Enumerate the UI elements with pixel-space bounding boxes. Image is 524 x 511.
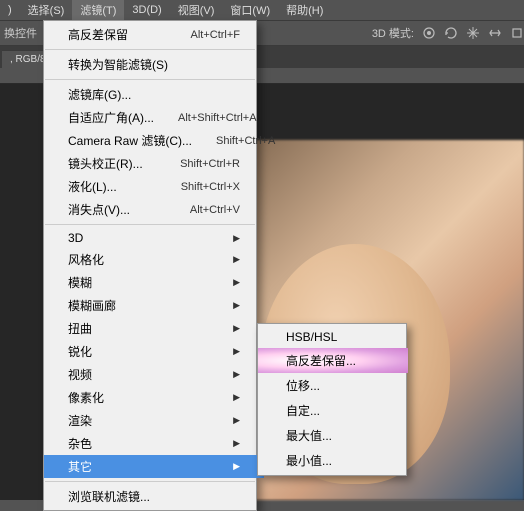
menu-blur[interactable]: 模糊 ▶: [44, 271, 264, 294]
submenu-arrow-icon: ▶: [233, 346, 240, 357]
menu-label: 转换为智能滤镜(S): [68, 56, 168, 73]
menu-stylize[interactable]: 风格化 ▶: [44, 248, 264, 271]
menu-label: 自适应广角(A)...: [68, 109, 154, 126]
menubar-item-view[interactable]: 视图(V): [170, 0, 223, 20]
menubar-item-filter[interactable]: 滤镜(T): [72, 0, 124, 20]
pan-icon[interactable]: [466, 26, 480, 40]
menu-bar: ) 选择(S) 滤镜(T) 3D(D) 视图(V) 窗口(W) 帮助(H): [0, 0, 524, 20]
menubar-item-3d[interactable]: 3D(D): [124, 2, 169, 18]
menu-separator: [45, 481, 255, 482]
menu-vanishing-point[interactable]: 消失点(V)... Alt+Ctrl+V: [44, 198, 264, 221]
submenu-arrow-icon: ▶: [233, 233, 240, 244]
menu-separator: [45, 79, 255, 80]
menubar-item-partial[interactable]: ): [0, 2, 20, 18]
submenu-arrow-icon: ▶: [233, 254, 240, 265]
menu-convert-smart[interactable]: 转换为智能滤镜(S): [44, 53, 264, 76]
scale-icon[interactable]: [510, 26, 524, 40]
other-submenu: HSB/HSL 高反差保留... 位移... 自定... 最大值... 最小值.…: [257, 323, 407, 476]
menu-label: 模糊: [68, 274, 92, 291]
menu-label: 消失点(V)...: [68, 201, 130, 218]
menu-distort[interactable]: 扭曲 ▶: [44, 317, 264, 340]
menubar-item-select[interactable]: 选择(S): [20, 0, 73, 20]
menubar-item-window[interactable]: 窗口(W): [222, 0, 278, 20]
menu-label: 最小值...: [286, 452, 332, 469]
menu-label: 高反差保留: [68, 26, 128, 43]
menu-blur-gallery[interactable]: 模糊画廊 ▶: [44, 294, 264, 317]
menu-shortcut: Shift+Ctrl+X: [181, 181, 240, 193]
menu-render[interactable]: 渲染 ▶: [44, 409, 264, 432]
menu-label: 模糊画廊: [68, 297, 116, 314]
menu-separator: [45, 49, 255, 50]
submenu-hsb-hsl[interactable]: HSB/HSL: [258, 326, 408, 348]
menu-label: 浏览联机滤镜...: [68, 488, 150, 505]
menu-shortcut: Shift+Ctrl+A: [216, 135, 275, 147]
filter-dropdown: 高反差保留 Alt+Ctrl+F 转换为智能滤镜(S) 滤镜库(G)... 自适…: [43, 20, 257, 511]
rotate-icon[interactable]: [444, 26, 458, 40]
toolbar-mode-label: 3D 模式:: [372, 25, 414, 41]
orbit-icon[interactable]: [422, 26, 436, 40]
submenu-maximum[interactable]: 最大值...: [258, 423, 408, 448]
submenu-arrow-icon: ▶: [233, 438, 240, 449]
menu-label: 锐化: [68, 343, 92, 360]
submenu-arrow-icon: ▶: [233, 415, 240, 426]
menu-label: 风格化: [68, 251, 104, 268]
menu-shortcut: Alt+Shift+Ctrl+A: [178, 112, 257, 124]
slide-icon[interactable]: [488, 26, 502, 40]
menu-shortcut: Alt+Ctrl+V: [190, 204, 240, 216]
menu-label: 其它: [68, 458, 92, 475]
menu-label: 杂色: [68, 435, 92, 452]
submenu-arrow-icon: ▶: [233, 392, 240, 403]
menu-video[interactable]: 视频 ▶: [44, 363, 264, 386]
menu-label: 视频: [68, 366, 92, 383]
menubar-item-help[interactable]: 帮助(H): [278, 0, 331, 20]
menu-label: 渲染: [68, 412, 92, 429]
menu-adaptive-wide-angle[interactable]: 自适应广角(A)... Alt+Shift+Ctrl+A: [44, 106, 264, 129]
submenu-high-pass[interactable]: 高反差保留...: [258, 348, 408, 373]
submenu-arrow-icon: ▶: [233, 277, 240, 288]
menu-label: Camera Raw 滤镜(C)...: [68, 132, 192, 149]
menu-lens-correction[interactable]: 镜头校正(R)... Shift+Ctrl+R: [44, 152, 264, 175]
menu-browse-online[interactable]: 浏览联机滤镜...: [44, 485, 264, 508]
menu-separator: [45, 224, 255, 225]
menu-label: 扭曲: [68, 320, 92, 337]
menu-label: 滤镜库(G)...: [68, 86, 131, 103]
menu-label: 高反差保留...: [286, 352, 356, 369]
menu-shortcut: Alt+Ctrl+F: [190, 29, 240, 41]
toolbar-left-label: 换控件: [4, 25, 37, 41]
menu-label: 3D: [68, 231, 83, 245]
submenu-arrow-icon: ▶: [233, 300, 240, 311]
menu-sharpen[interactable]: 锐化 ▶: [44, 340, 264, 363]
submenu-arrow-icon: ▶: [233, 461, 240, 472]
menu-other[interactable]: 其它 ▶: [44, 455, 264, 478]
menu-label: HSB/HSL: [286, 330, 337, 344]
menu-camera-raw[interactable]: Camera Raw 滤镜(C)...Shift+Ctrl+A: [44, 129, 264, 152]
menu-pixelate[interactable]: 像素化 ▶: [44, 386, 264, 409]
menu-3d[interactable]: 3D ▶: [44, 228, 264, 248]
submenu-arrow-icon: ▶: [233, 323, 240, 334]
menu-recent-filter[interactable]: 高反差保留 Alt+Ctrl+F: [44, 23, 264, 46]
menu-shortcut: Shift+Ctrl+R: [180, 158, 240, 170]
submenu-custom[interactable]: 自定...: [258, 398, 408, 423]
menu-label: 液化(L)...: [68, 178, 117, 195]
menu-filter-gallery[interactable]: 滤镜库(G)...: [44, 83, 264, 106]
submenu-minimum[interactable]: 最小值...: [258, 448, 408, 473]
menu-noise[interactable]: 杂色 ▶: [44, 432, 264, 455]
menu-label: 位移...: [286, 377, 320, 394]
submenu-arrow-icon: ▶: [233, 369, 240, 380]
submenu-offset[interactable]: 位移...: [258, 373, 408, 398]
menu-label: 镜头校正(R)...: [68, 155, 143, 172]
menu-label: 最大值...: [286, 427, 332, 444]
menu-label: 像素化: [68, 389, 104, 406]
menu-label: 自定...: [286, 402, 320, 419]
menu-liquify[interactable]: 液化(L)... Shift+Ctrl+X: [44, 175, 264, 198]
